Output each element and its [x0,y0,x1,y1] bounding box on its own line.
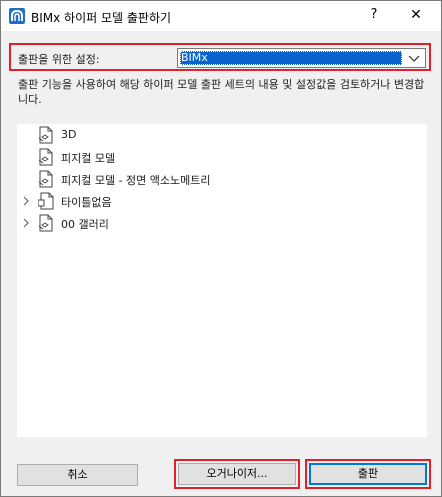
settings-label: 출판을 위한 설정: [18,53,100,66]
publish-set-selected-value: BIMx [180,51,402,65]
chevron-right-icon[interactable] [22,195,30,207]
close-button[interactable]: ✕ [406,6,426,24]
tree-item[interactable]: 타이틀없음 [17,190,427,212]
document-gallery-icon [38,214,53,232]
organizer-button[interactable]: 오거나이저... [178,463,296,485]
tree-item[interactable]: 3D [17,124,427,146]
tree-item-label: 피지컬 모델 - 정면 액소노메트리 [61,174,211,187]
tree-item-label: 타이틀없음 [61,196,112,209]
publish-set-dropdown[interactable]: BIMx [177,48,426,68]
document-model-icon [38,148,53,166]
tree-item[interactable]: 피지컬 모델 - 정면 액소노메트리 [17,168,427,190]
help-button[interactable]: ? [367,6,381,24]
document-model-icon [38,170,53,188]
tree-item-label: 00 갤러리 [61,218,109,231]
bimx-app-icon [9,8,25,24]
publish-button[interactable]: 출판 [309,463,427,485]
chevron-down-icon [408,55,420,62]
tree-item-label: 피지컬 모델 [61,152,116,165]
publish-set-tree[interactable]: 3D 피지컬 모델 피지컬 모델 - 정면 액소노메트리 타이틀없음 00 갤러… [17,124,427,437]
folder-document-icon [38,192,54,210]
description-text: 출판 기능을 사용하여 해당 하이퍼 모델 출판 세트의 내용 및 설정값을 검… [18,78,425,106]
cancel-button[interactable]: 취소 [17,464,138,486]
chevron-right-icon[interactable] [22,217,30,229]
publish-dialog: BIMx 하이퍼 모델 출판하기 ? ✕ 출판을 위한 설정: BIMx 출판 … [0,0,442,497]
tree-item-label: 3D [61,128,77,141]
document-3d-icon [38,126,53,144]
tree-item[interactable]: 피지컬 모델 [17,146,427,168]
tree-item[interactable]: 00 갤러리 [17,212,427,234]
window-title: BIMx 하이퍼 모델 출판하기 [31,11,172,25]
title-bar: BIMx 하이퍼 모델 출판하기 ? ✕ [1,1,441,31]
